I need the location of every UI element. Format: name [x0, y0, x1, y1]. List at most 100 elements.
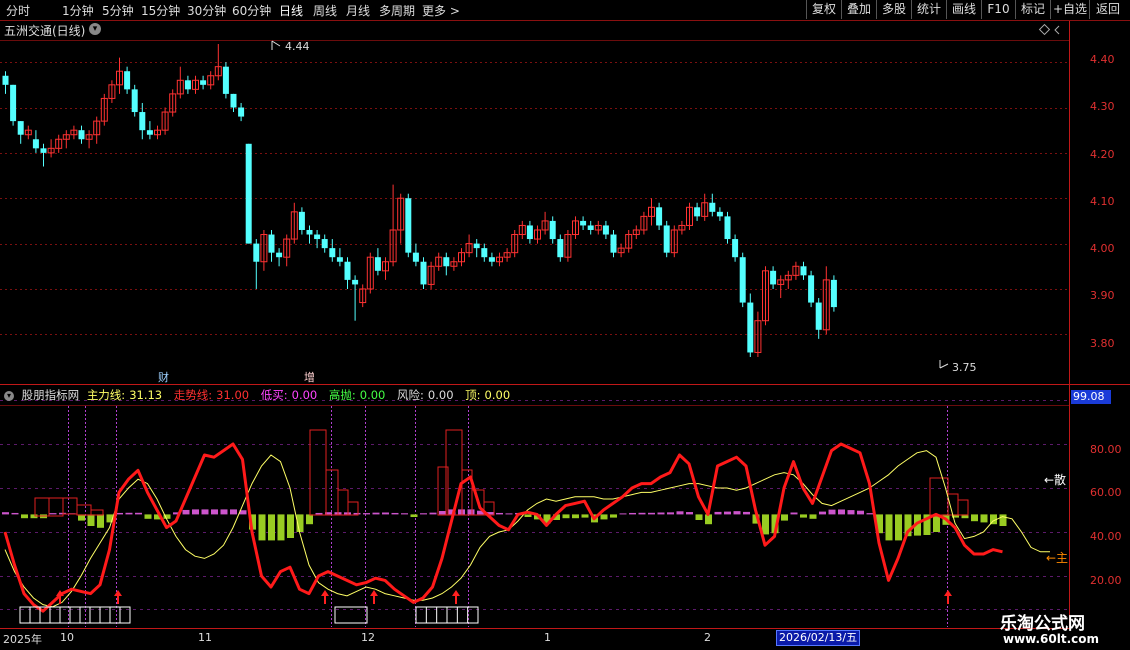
candle-body-down: [268, 234, 275, 253]
indicator-tick: 20.00: [1090, 574, 1122, 587]
indicator-bar-green: [524, 514, 532, 517]
candle-body-down: [663, 225, 670, 253]
candle-body-down: [245, 143, 252, 244]
indicator-bar-green: [572, 514, 579, 519]
indicator-step-box: [90, 509, 104, 516]
indicator-step-box: [34, 497, 50, 517]
indicator-current-value: 99.08: [1071, 390, 1111, 404]
chevron-down-icon[interactable]: ▾: [4, 390, 14, 401]
indicator-step-box: [309, 429, 327, 516]
indicator-step-boxes: [34, 429, 969, 517]
finance-marker: 财: [158, 370, 169, 384]
candle-body-down: [32, 139, 39, 149]
main-grid: [0, 62, 1069, 335]
candle-body-down: [481, 248, 488, 258]
time-label: 11: [198, 631, 212, 644]
candle-body-down: [40, 148, 47, 153]
indicator-bar-pink: [629, 512, 636, 515]
time-label: 2: [704, 631, 711, 644]
indicator-tick: 80.00: [1090, 443, 1122, 456]
indicator-bar-pink: [857, 510, 864, 515]
increase-marker: 增: [304, 370, 315, 384]
kline-chart[interactable]: 4.44 3.75 财 增 ←散 ←主: [0, 0, 1130, 650]
indicator-bar-green: [610, 514, 617, 518]
low-price-label: 3.75: [952, 361, 977, 374]
candle-body-down: [321, 239, 328, 249]
indicator-name[interactable]: 股朋指标网: [22, 388, 80, 402]
indicator-step-box: [337, 489, 349, 516]
candle-body-down: [473, 243, 480, 249]
annotations: 4.44 3.75 财 增 ←散 ←主: [158, 23, 1068, 565]
indicator-bar-pink: [363, 513, 370, 515]
candle-body-down: [253, 243, 260, 262]
candle-body-down: [298, 211, 305, 230]
indicator-bar-green: [144, 514, 152, 519]
indicator-step-box: [929, 477, 949, 516]
indicator-bar-green: [97, 514, 104, 528]
candle-body-down: [800, 266, 807, 276]
candle-body-down: [230, 93, 237, 108]
candle-body-down: [329, 248, 336, 258]
indicator-bar-pink: [819, 511, 826, 515]
indicator-bar-pink: [714, 511, 722, 515]
top-field: 顶: 0.00: [465, 388, 511, 402]
indicator-bar-green: [695, 514, 703, 520]
candle-body-down: [656, 207, 663, 226]
buy-arrow-icon: [944, 590, 952, 604]
candle-body-down: [238, 107, 245, 117]
low-buy-field: 低买: 0.00: [260, 388, 318, 402]
indicator-bar-pink: [743, 511, 750, 515]
zhu-annotation: ←主: [1046, 551, 1068, 565]
indicator-bar-pink: [201, 509, 209, 515]
indicator-bar-pink: [11, 512, 19, 515]
bottom-signal-boxes: [19, 606, 479, 624]
indicator-bar-pink: [838, 509, 845, 515]
candle-body-down: [526, 225, 533, 240]
indicator-bar-green: [705, 514, 712, 525]
candle-body-down: [200, 80, 207, 85]
candle-body-down: [222, 66, 229, 94]
buy-arrow-icon: [321, 590, 329, 604]
candle-body-down: [306, 229, 313, 235]
indicator-lines: [3, 442, 1050, 613]
indicator-bar-pink: [372, 512, 380, 515]
candle-body-down: [78, 130, 85, 140]
indicator-bar-green: [971, 514, 978, 522]
main-force-line: [4, 450, 1050, 608]
buy-arrow-icon: [114, 590, 122, 604]
indicator-bar-pink: [2, 512, 9, 515]
indicator-bar-green: [306, 514, 313, 525]
indicator-step-box: [325, 469, 339, 516]
candle-body-down: [770, 270, 777, 285]
candle-body-down: [124, 71, 131, 90]
watermark-site-name: 乐淘公式网: [1000, 614, 1085, 634]
indicator-bar-pink: [676, 511, 684, 515]
indicator-bar-green: [999, 514, 1007, 526]
time-label: 1: [544, 631, 551, 644]
indicator-bar-pink: [847, 510, 855, 515]
indicator-header: ▾ 股朋指标网 主力线: 31.13 走势线: 31.00 低买: 0.00 高抛: 0…: [4, 387, 518, 403]
candle-body-down: [336, 257, 343, 262]
indicator-bar-pink: [657, 512, 665, 515]
indicator-bar-pink: [230, 509, 237, 515]
indicator-bar-green: [258, 514, 266, 541]
high-price-label: 4.44: [285, 40, 310, 53]
candle-body-down: [420, 261, 427, 285]
indicator-bar-pink: [505, 513, 513, 515]
candle-body-down: [732, 239, 739, 258]
price-tick: 3.90: [1090, 289, 1115, 302]
indicator-step-box: [957, 499, 969, 516]
indicator-bar-pink: [638, 512, 646, 515]
candle-body-down: [830, 279, 837, 308]
time-label: 10: [60, 631, 74, 644]
indicator-bar-pink: [49, 513, 57, 515]
price-tick: 4.00: [1090, 242, 1115, 255]
indicator-bar-pink: [429, 512, 437, 515]
candle-body-down: [808, 275, 815, 303]
indicator-bar-green: [800, 514, 807, 518]
candle-body-down: [587, 225, 594, 230]
candle-body-down: [815, 302, 822, 330]
candle-body-down: [716, 211, 723, 217]
candle-body-down: [352, 279, 359, 285]
watermark-url: www.60lt.com: [1003, 632, 1100, 646]
